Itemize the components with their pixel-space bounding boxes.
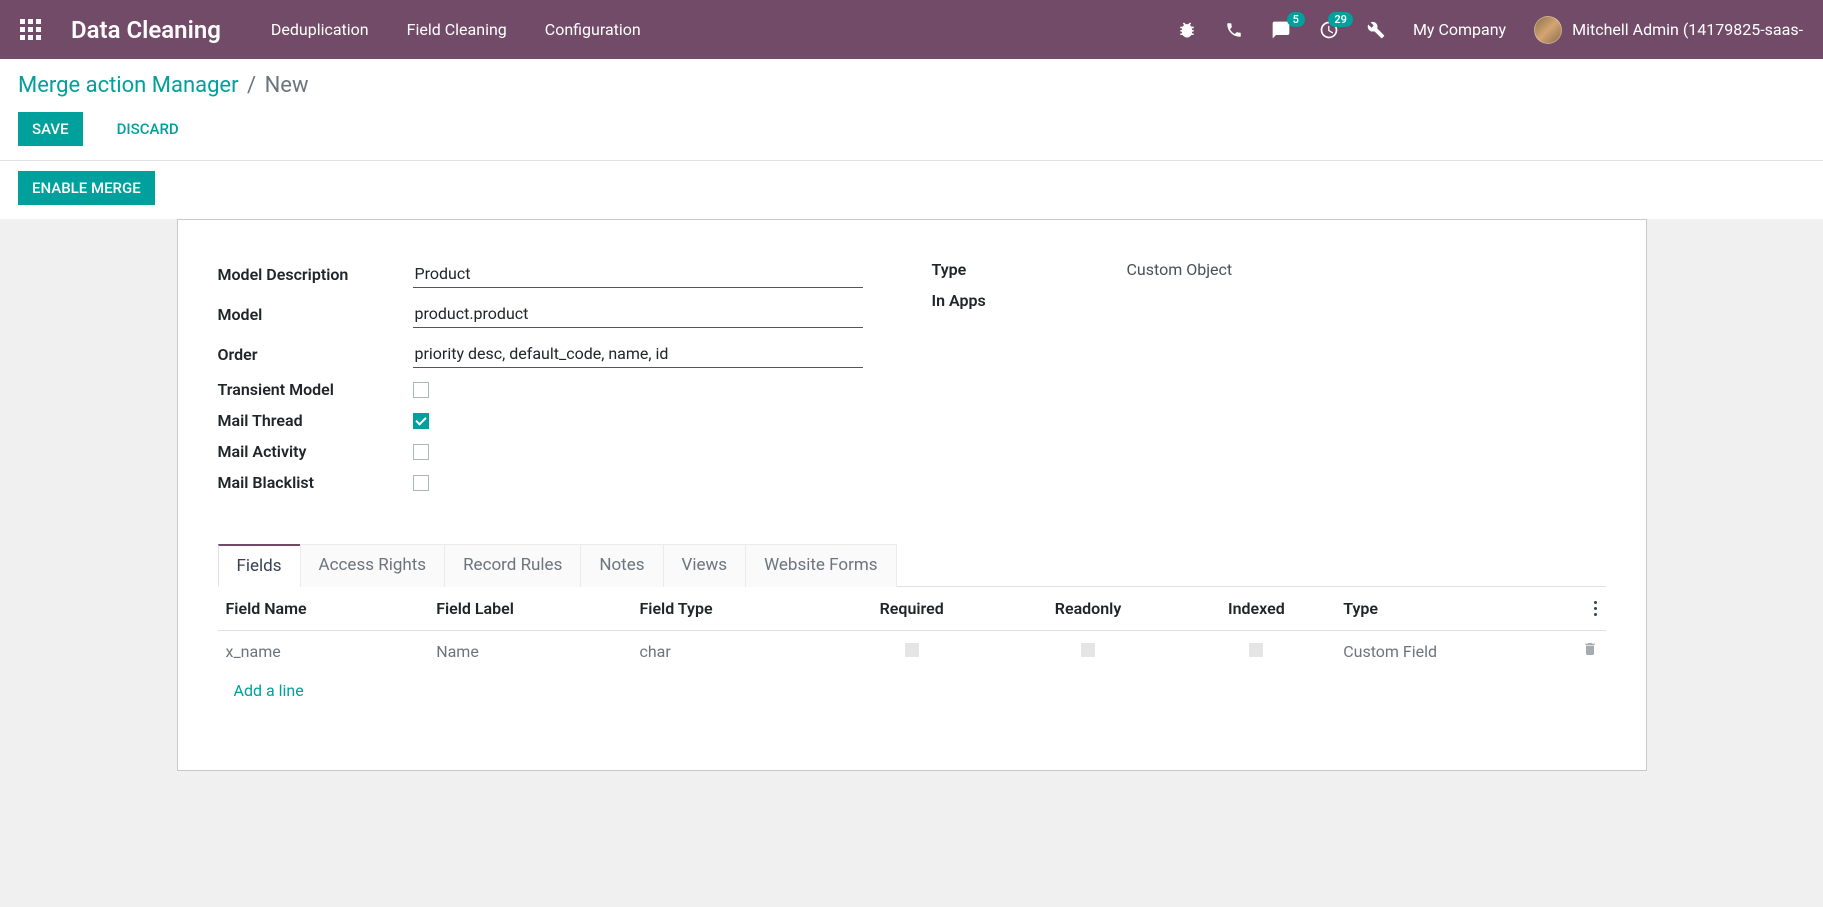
app-brand[interactable]: Data Cleaning bbox=[71, 16, 221, 44]
cell-field-type: char bbox=[631, 631, 824, 672]
th-field-type[interactable]: Field Type bbox=[631, 587, 824, 631]
navbar-left: Data Cleaning Deduplication Field Cleani… bbox=[20, 16, 641, 44]
value-type: Custom Object bbox=[1127, 260, 1233, 279]
label-model-description: Model Description bbox=[218, 265, 413, 284]
nav-field-cleaning[interactable]: Field Cleaning bbox=[407, 20, 507, 39]
fields-table: Field Name Field Label Field Type Requir… bbox=[218, 587, 1606, 710]
input-order[interactable] bbox=[413, 340, 863, 368]
tab-views[interactable]: Views bbox=[663, 544, 747, 587]
cell-type: Custom Field bbox=[1335, 631, 1573, 672]
cell-field-label: Name bbox=[428, 631, 631, 672]
checkbox-transient[interactable] bbox=[413, 382, 429, 398]
tab-website-forms[interactable]: Website Forms bbox=[745, 544, 896, 587]
bug-icon[interactable] bbox=[1177, 20, 1197, 40]
save-button[interactable]: SAVE bbox=[18, 112, 83, 146]
form-sheet: Model Description Model Order Transient … bbox=[177, 219, 1647, 771]
th-indexed[interactable]: Indexed bbox=[1177, 587, 1335, 631]
nav-deduplication[interactable]: Deduplication bbox=[271, 20, 369, 39]
label-order: Order bbox=[218, 345, 413, 364]
tab-fields[interactable]: Fields bbox=[218, 544, 301, 587]
discard-button[interactable]: DISCARD bbox=[103, 112, 193, 146]
label-model: Model bbox=[218, 305, 413, 324]
button-row: SAVE DISCARD bbox=[18, 112, 1805, 146]
cell-readonly bbox=[999, 631, 1178, 672]
apps-icon[interactable] bbox=[20, 19, 41, 40]
tab-notes[interactable]: Notes bbox=[580, 544, 663, 587]
label-mail-activity: Mail Activity bbox=[218, 442, 413, 461]
trash-icon[interactable] bbox=[1582, 642, 1598, 661]
navbar-right: 5 29 My Company Mitchell Admin (14179825… bbox=[1177, 16, 1803, 44]
checkbox-mail-blacklist[interactable] bbox=[413, 475, 429, 491]
checkbox-mail-activity[interactable] bbox=[413, 444, 429, 460]
activities-icon[interactable]: 29 bbox=[1319, 20, 1339, 40]
tab-access-rights[interactable]: Access Rights bbox=[300, 544, 446, 587]
statusbar: ENABLE MERGE bbox=[0, 161, 1823, 219]
input-model-description[interactable] bbox=[413, 260, 863, 288]
label-in-apps: In Apps bbox=[932, 291, 1127, 310]
th-type[interactable]: Type bbox=[1335, 587, 1573, 631]
breadcrumb-separator: / bbox=[247, 73, 256, 98]
nav-links: Deduplication Field Cleaning Configurati… bbox=[271, 20, 641, 39]
tabs: Fields Access Rights Record Rules Notes … bbox=[218, 544, 1606, 587]
messages-badge: 5 bbox=[1287, 12, 1305, 27]
nav-configuration[interactable]: Configuration bbox=[545, 20, 641, 39]
label-mail-blacklist: Mail Blacklist bbox=[218, 473, 413, 492]
user-menu[interactable]: Mitchell Admin (14179825-saas- bbox=[1534, 16, 1803, 44]
breadcrumb: Merge action Manager / New bbox=[18, 73, 1805, 98]
th-field-name[interactable]: Field Name bbox=[218, 587, 429, 631]
activities-badge: 29 bbox=[1328, 12, 1353, 27]
control-panel: Merge action Manager / New SAVE DISCARD bbox=[0, 59, 1823, 161]
label-type: Type bbox=[932, 260, 1127, 279]
add-line-link[interactable]: Add a line bbox=[226, 673, 312, 708]
avatar bbox=[1534, 16, 1562, 44]
company-name[interactable]: My Company bbox=[1413, 20, 1506, 39]
phone-icon[interactable] bbox=[1225, 21, 1243, 39]
form-group: Model Description Model Order Transient … bbox=[218, 260, 1606, 504]
input-model[interactable] bbox=[413, 300, 863, 328]
user-name: Mitchell Admin (14179825-saas- bbox=[1572, 20, 1803, 39]
form-col-left: Model Description Model Order Transient … bbox=[218, 260, 892, 504]
tab-record-rules[interactable]: Record Rules bbox=[444, 544, 581, 587]
cell-indexed bbox=[1177, 631, 1335, 672]
cell-required bbox=[825, 631, 999, 672]
kebab-icon[interactable] bbox=[1594, 601, 1598, 616]
checkbox-mail-thread[interactable] bbox=[413, 413, 429, 429]
th-field-label[interactable]: Field Label bbox=[428, 587, 631, 631]
enable-merge-button[interactable]: ENABLE MERGE bbox=[18, 171, 155, 205]
messages-icon[interactable]: 5 bbox=[1271, 20, 1291, 40]
tools-icon[interactable] bbox=[1367, 21, 1385, 39]
th-readonly[interactable]: Readonly bbox=[999, 587, 1178, 631]
th-required[interactable]: Required bbox=[825, 587, 999, 631]
label-mail-thread: Mail Thread bbox=[218, 411, 413, 430]
table-row[interactable]: x_name Name char Custom Field bbox=[218, 631, 1606, 672]
breadcrumb-parent[interactable]: Merge action Manager bbox=[18, 73, 239, 98]
main-navbar: Data Cleaning Deduplication Field Cleani… bbox=[0, 0, 1823, 59]
label-transient: Transient Model bbox=[218, 380, 413, 399]
form-col-right: Type Custom Object In Apps bbox=[932, 260, 1606, 504]
cell-field-name: x_name bbox=[218, 631, 429, 672]
breadcrumb-current: New bbox=[265, 73, 309, 98]
form-background: Model Description Model Order Transient … bbox=[0, 219, 1823, 791]
